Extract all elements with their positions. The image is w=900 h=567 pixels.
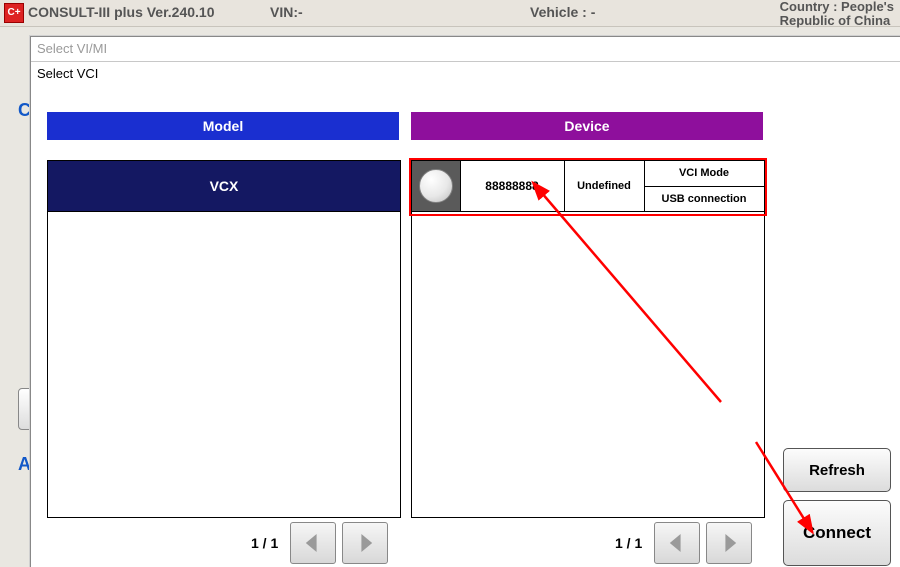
chevron-right-icon — [356, 534, 374, 552]
device-circle-icon — [419, 169, 453, 203]
device-connection: USB connection — [644, 187, 764, 212]
chevron-left-icon — [668, 534, 686, 552]
select-vi-mi-dialog: Select VI/MI Select VCI Model VCX Device — [30, 36, 900, 567]
device-right-cell: VCI Mode USB connection — [644, 161, 764, 211]
model-header: Model — [47, 112, 399, 140]
device-panel: Device 88888888 Undefined VCI Mode USB c… — [411, 112, 763, 518]
model-pager: 1 / 1 — [251, 522, 388, 564]
model-prev-button[interactable] — [290, 522, 336, 564]
country-line1: Country : People's — [780, 0, 894, 14]
country-label: Country : People's Republic of China — [780, 0, 894, 28]
device-list: 88888888 Undefined VCI Mode USB connecti… — [411, 160, 765, 518]
app-icon: C+ — [4, 3, 24, 23]
model-item-vcx[interactable]: VCX — [48, 161, 400, 212]
app-window: C+ CONSULT-III plus Ver.240.10 VIN:- Veh… — [0, 0, 900, 567]
dialog-title-inner: Select VCI — [37, 66, 98, 81]
chevron-right-icon — [720, 534, 738, 552]
device-icon-cell — [412, 161, 461, 211]
device-page-text: 1 / 1 — [615, 535, 642, 551]
country-line2: Republic of China — [780, 13, 891, 28]
device-next-button[interactable] — [706, 522, 752, 564]
device-status: Undefined — [564, 161, 645, 211]
model-list: VCX — [47, 160, 401, 518]
device-prev-button[interactable] — [654, 522, 700, 564]
dialog-title-outer: Select VI/MI — [37, 41, 107, 56]
connect-button[interactable]: Connect — [783, 500, 891, 566]
device-row[interactable]: 88888888 Undefined VCI Mode USB connecti… — [412, 161, 764, 212]
refresh-button[interactable]: Refresh — [783, 448, 891, 492]
device-header: Device — [411, 112, 763, 140]
model-next-button[interactable] — [342, 522, 388, 564]
model-panel: Model VCX — [47, 112, 399, 518]
title-bar: C+ CONSULT-III plus Ver.240.10 VIN:- Veh… — [0, 0, 900, 27]
app-title: CONSULT-III plus Ver.240.10 — [28, 4, 214, 20]
chevron-left-icon — [304, 534, 322, 552]
vin-label: VIN:- — [270, 4, 303, 20]
device-pager: 1 / 1 — [615, 522, 752, 564]
device-serial: 88888888 — [460, 161, 565, 211]
device-mode: VCI Mode — [644, 161, 764, 187]
vehicle-label: Vehicle : - — [530, 4, 595, 20]
model-page-text: 1 / 1 — [251, 535, 278, 551]
dialog-inner: Select VCI Model VCX Device 88888 — [31, 61, 900, 567]
